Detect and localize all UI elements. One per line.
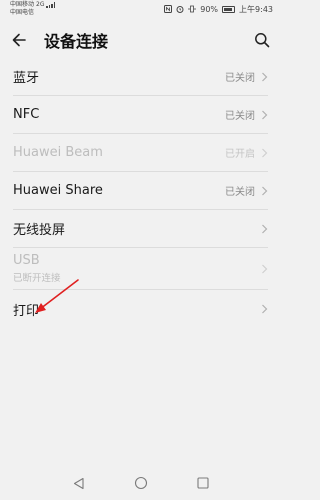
system-nav-bar [0, 466, 281, 500]
annotation-arrow-icon [35, 279, 79, 313]
carrier-1-name: 中国移动 [10, 1, 35, 8]
setting-row-huawei-beam: Huawei Beam 已开启 [13, 134, 268, 172]
alarm-icon [176, 5, 184, 15]
status-bar: 中国移动 2G 中国电信 90% 上午9:43 [0, 0, 281, 20]
nfc-status-icon [164, 4, 173, 15]
setting-label: NFC [13, 107, 40, 122]
app-bar: 设备连接 [0, 22, 281, 58]
status-right: 90% 上午9:43 [164, 1, 273, 15]
back-arrow-icon[interactable] [8, 29, 30, 51]
carrier-info: 中国移动 2G 中国电信 [10, 1, 56, 17]
setting-value: 已关闭 [225, 73, 255, 84]
setting-value: 已开启 [225, 149, 255, 160]
setting-label: 蓝牙 [13, 71, 40, 86]
chevron-right-icon [262, 186, 268, 195]
nav-home-icon[interactable] [133, 475, 149, 491]
vibrate-icon [188, 5, 196, 15]
setting-label: 无线投屏 [13, 223, 66, 238]
carrier-1: 中国移动 2G [10, 1, 56, 9]
chevron-right-icon [262, 148, 268, 157]
setting-row-nfc[interactable]: NFC 已关闭 [13, 96, 268, 134]
chevron-right-icon [262, 224, 268, 233]
search-icon[interactable] [251, 29, 273, 51]
setting-label: USB [13, 253, 40, 268]
chevron-right-icon [262, 110, 268, 119]
carrier-2-name: 中国电信 [10, 9, 35, 16]
chevron-right-icon [262, 264, 268, 273]
page-title: 设备连接 [44, 32, 109, 51]
battery-percent: 90% [200, 5, 219, 14]
chevron-right-icon [262, 304, 268, 314]
setting-value: 已关闭 [225, 187, 255, 198]
setting-label: Huawei Share [13, 183, 103, 198]
setting-row-huawei-share[interactable]: Huawei Share 已关闭 [13, 172, 268, 210]
setting-label: Huawei Beam [13, 145, 103, 160]
setting-value: 已关闭 [225, 111, 255, 122]
nav-back-icon[interactable] [71, 475, 87, 491]
signal-icon [46, 2, 56, 8]
chevron-right-icon [262, 72, 268, 81]
carrier-2: 中国电信 [10, 9, 55, 17]
nav-recents-icon[interactable] [195, 475, 211, 491]
carrier-1-network: 2G [36, 1, 45, 8]
status-time: 上午9:43 [239, 5, 273, 14]
setting-row-wireless-projection[interactable]: 无线投屏 [13, 210, 268, 248]
battery-icon [222, 6, 236, 13]
setting-row-bluetooth[interactable]: 蓝牙 已关闭 [13, 58, 268, 96]
